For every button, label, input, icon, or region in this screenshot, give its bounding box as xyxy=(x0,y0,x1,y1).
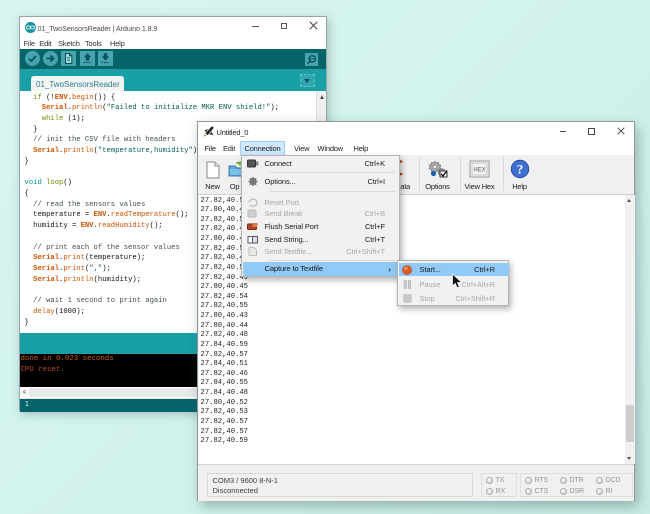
svg-text:?: ? xyxy=(516,162,523,177)
svg-text:HEX: HEX xyxy=(473,168,485,174)
